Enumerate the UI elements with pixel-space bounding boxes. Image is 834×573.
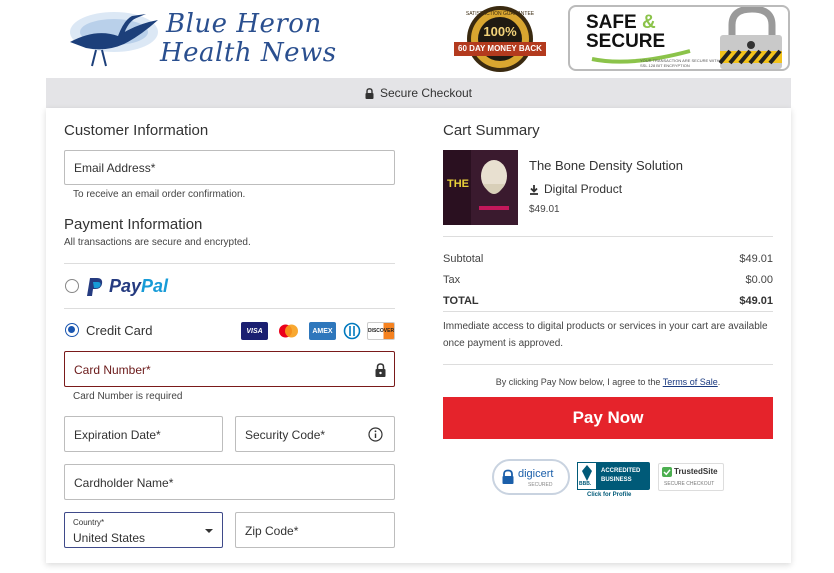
- trustedsite-sub: SECURE CHECKOUT: [664, 481, 715, 487]
- product-thumbnail: THE: [443, 150, 518, 225]
- customer-info-title: Customer Information: [64, 122, 209, 139]
- brand-line-2: Health News: [160, 38, 337, 68]
- paypal-logo[interactable]: Pay Pal: [86, 276, 168, 297]
- divider: [443, 311, 773, 312]
- guarantee-text: 60 DAY MONEY BACK: [458, 44, 542, 53]
- access-notice: Immediate access to digital products or …: [443, 321, 768, 349]
- expiration-label: Expiration Date*: [74, 428, 161, 442]
- country-small-label: Country*: [73, 518, 105, 527]
- subtotal-row: Subtotal $49.01: [443, 253, 773, 265]
- total-label: TOTAL: [443, 295, 479, 307]
- product-price: $49.01: [529, 204, 560, 215]
- secure-checkout-banner: Secure Checkout: [46, 78, 791, 108]
- zip-code-label: Zip Code*: [245, 524, 299, 538]
- mastercard-icon: [275, 322, 302, 340]
- brand-name: Blue Heron Health News: [160, 9, 337, 68]
- bbb-badge[interactable]: BBB. ACCREDITED BUSINESS: [577, 462, 650, 490]
- visa-icon: VISA: [241, 322, 268, 340]
- brand-line-1: Blue Heron: [166, 9, 322, 39]
- payment-info-title: Payment Information: [64, 216, 203, 233]
- bbb-click-profile[interactable]: Click for Profile: [587, 492, 631, 498]
- terms-prefix: By clicking Pay Now below, I agree to th…: [495, 377, 661, 387]
- terms-text: By clicking Pay Now below, I agree to th…: [443, 377, 773, 387]
- security-code-label: Security Code*: [245, 428, 326, 442]
- total-value: $49.01: [739, 295, 773, 307]
- bbb-accredited: ACCREDITED: [601, 468, 641, 474]
- money-back-guarantee-seal: 100% 60 DAY MONEY BACK SATISFACTION GUAR…: [448, 4, 552, 74]
- site-header: Blue Heron Health News 100% 60 DAY MONEY…: [0, 0, 834, 78]
- amex-icon: AMEX: [309, 322, 336, 340]
- brand-logo[interactable]: Blue Heron Health News: [66, 6, 346, 70]
- diners-icon: [342, 322, 362, 340]
- divider: [64, 263, 395, 264]
- card-number-field[interactable]: Card Number*: [64, 351, 395, 387]
- thumb-text: THE: [447, 178, 469, 190]
- zip-code-field[interactable]: Zip Code*: [235, 512, 395, 548]
- expiration-date-field[interactable]: Expiration Date*: [64, 416, 223, 452]
- info-icon[interactable]: [368, 427, 383, 442]
- terms-of-sale-link[interactable]: Terms of Sale: [663, 377, 718, 387]
- guarantee-percent: 100%: [483, 24, 517, 39]
- bbb-logo: BBB.: [577, 462, 597, 490]
- check-icon: [662, 467, 672, 477]
- cardholder-name-field[interactable]: Cardholder Name*: [64, 464, 395, 500]
- paypal-word-pal: Pal: [141, 276, 169, 296]
- download-icon: [530, 184, 538, 195]
- discover-icon: DISCOVER: [367, 322, 395, 340]
- card-number-error: Card Number is required: [73, 391, 183, 402]
- bbb-business: BUSINESS: [601, 477, 632, 483]
- digicert-badge[interactable]: digicert SECURED: [492, 459, 570, 495]
- product-type-label: Digital Product: [544, 182, 623, 196]
- tax-value: $0.00: [745, 274, 773, 286]
- guarantee-top-text: SATISFACTION GUARANTEE: [465, 11, 535, 17]
- product-name: The Bone Density Solution: [529, 158, 683, 173]
- safe-subtext: YOUR TRANSACTION ARE SECURE WITH SSL 128…: [640, 58, 720, 68]
- bbb-logo-text: BBB.: [579, 481, 592, 487]
- heron-icon: [70, 12, 158, 67]
- product-type: Digital Product: [529, 182, 622, 196]
- credit-card-label: Credit Card: [86, 323, 153, 338]
- tax-row: Tax $0.00: [443, 274, 773, 286]
- lock-icon: [365, 87, 374, 99]
- safe-secure-badge: SAFE & SECURE YOUR TRANSACTION ARE SECUR…: [568, 5, 790, 71]
- subtotal-value: $49.01: [739, 253, 773, 265]
- chevron-down-icon: [205, 529, 213, 533]
- subtotal-label: Subtotal: [443, 253, 484, 265]
- pay-now-button[interactable]: Pay Now: [443, 397, 773, 439]
- total-row: TOTAL $49.01: [443, 295, 773, 307]
- cart-summary-title: Cart Summary: [443, 122, 540, 139]
- email-hint: To receive an email order confirmation.: [73, 189, 246, 200]
- divider: [443, 364, 773, 365]
- credit-card-radio[interactable]: [65, 323, 79, 337]
- digicert-name: digicert: [518, 468, 554, 480]
- email-label: Email Address*: [74, 161, 156, 175]
- country-value: United States: [73, 531, 146, 545]
- banner-text: Secure Checkout: [379, 86, 473, 100]
- trustedsite-badge[interactable]: TrustedSite SECURE CHECKOUT: [658, 463, 724, 491]
- paypal-word-pay: Pay: [109, 276, 142, 296]
- digicert-sub: SECURED: [528, 482, 553, 488]
- terms-suffix: .: [717, 377, 721, 387]
- paypal-icon: [87, 277, 103, 296]
- tax-label: Tax: [443, 274, 461, 286]
- trustedsite-name: TrustedSite: [674, 467, 718, 476]
- digicert-lock-icon: [502, 469, 514, 484]
- paypal-radio[interactable]: [65, 279, 79, 293]
- divider: [64, 308, 395, 309]
- country-select[interactable]: Country* United States: [64, 512, 223, 548]
- payment-subtitle: All transactions are secure and encrypte…: [64, 237, 251, 248]
- bone-hand-icon: [479, 160, 509, 210]
- security-code-field[interactable]: Security Code*: [235, 416, 395, 452]
- email-field[interactable]: Email Address*: [64, 150, 395, 185]
- cardholder-label: Cardholder Name*: [74, 476, 174, 490]
- lock-icon: [375, 363, 386, 377]
- card-number-label: Card Number*: [74, 363, 151, 377]
- divider: [443, 236, 773, 237]
